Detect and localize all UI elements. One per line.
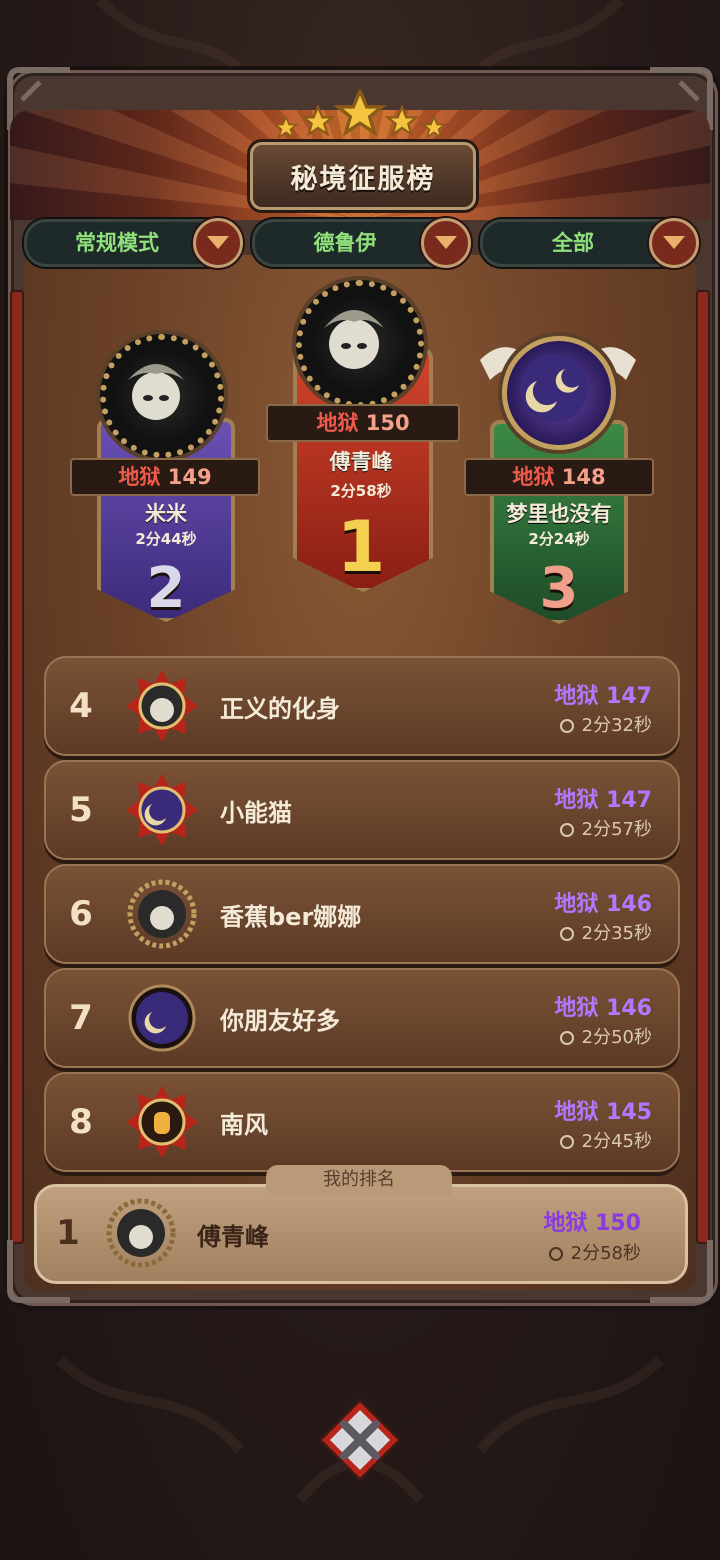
moon-emblem-icon: [126, 774, 198, 846]
row-time: 2分32秒: [559, 711, 652, 737]
row-time: 2分57秒: [559, 815, 652, 841]
clock-icon: [559, 823, 574, 837]
moon-emblem-icon: [520, 354, 588, 422]
page-title: 秘境征服榜: [290, 163, 436, 195]
chevron-down-icon[interactable]: [421, 218, 471, 268]
clock-icon: [559, 927, 574, 941]
druid-avatar-icon: [324, 310, 384, 369]
druid-avatar-icon: [126, 670, 198, 742]
row-rank: 4: [69, 686, 93, 726]
row-time-value: 2分35秒: [581, 923, 652, 944]
mode-filter-dropdown[interactable]: 常规模式: [24, 218, 243, 268]
row-rank: 5: [69, 790, 93, 830]
moon-emblem-icon: [128, 984, 196, 1052]
class-filter-label: 德鲁伊: [313, 231, 377, 255]
podium-third-time: 2分24秒: [528, 530, 590, 548]
row-level: 地狱 147: [554, 684, 652, 709]
my-rank-label: 我的排名: [266, 1165, 452, 1195]
chevron-down-icon[interactable]: [193, 218, 243, 268]
my-time-value: 2分58秒: [570, 1243, 641, 1264]
leaderboard-row[interactable]: 4 正义的化身 地狱 147 2分32秒: [44, 656, 680, 756]
row-time: 2分45秒: [559, 1127, 652, 1153]
podium-third-name: 梦里也没有: [506, 502, 612, 526]
my-rank-number: 1: [56, 1213, 80, 1253]
row-player-name: 你朋友好多: [220, 1007, 340, 1035]
row-time-value: 2分32秒: [581, 715, 652, 736]
my-level: 地狱 150: [543, 1211, 641, 1236]
podium-second-level: 地狱 149: [70, 458, 260, 496]
my-time: 2分58秒: [548, 1239, 641, 1265]
row-level: 地狱 147: [554, 788, 652, 813]
row-time-value: 2分57秒: [581, 819, 652, 840]
scope-filter-label: 全部: [552, 231, 594, 255]
podium-third-level: 地狱 148: [464, 458, 654, 496]
row-player-name: 南风: [220, 1111, 268, 1139]
right-frame-bar: [696, 290, 710, 1244]
podium-first-rank: 1: [336, 506, 386, 588]
row-time-value: 2分45秒: [581, 1131, 652, 1152]
podium-first-avatar[interactable]: [296, 280, 424, 408]
druid-avatar-icon: [106, 1198, 176, 1268]
row-rank: 8: [69, 1102, 93, 1142]
leaderboard-row[interactable]: 6 香蕉ber娜娜 地狱 146 2分35秒: [44, 864, 680, 964]
clock-icon: [548, 1247, 563, 1261]
leaderboard-row[interactable]: 7 你朋友好多 地狱 146 2分50秒: [44, 968, 680, 1068]
leaderboard-row[interactable]: 8 南风 地狱 145 2分45秒: [44, 1072, 680, 1172]
row-player-name: 香蕉ber娜娜: [220, 903, 362, 931]
podium-third-rank: 3: [539, 556, 579, 621]
row-player-name: 小能猫: [220, 799, 292, 827]
my-player-name: 傅青峰: [197, 1223, 269, 1251]
left-frame-bar: [10, 290, 24, 1244]
druid-avatar-icon: [128, 364, 184, 420]
my-rank-row[interactable]: 1 傅青峰 地狱 150 2分58秒: [34, 1184, 688, 1284]
podium-first-name: 傅青峰: [329, 450, 393, 474]
clock-icon: [559, 1135, 574, 1149]
podium-first-level: 地狱 150: [266, 404, 460, 442]
row-time: 2分50秒: [559, 1023, 652, 1049]
row-time: 2分35秒: [559, 919, 652, 945]
podium-second-rank: 2: [146, 556, 186, 621]
star-rating-icon: [274, 90, 446, 138]
clock-icon: [559, 719, 574, 733]
clock-icon: [559, 1031, 574, 1045]
podium-second-avatar[interactable]: [100, 334, 224, 458]
scope-filter-dropdown[interactable]: 全部: [480, 218, 699, 268]
row-player-name: 正义的化身: [220, 695, 340, 723]
podium-third-avatar[interactable]: [502, 336, 616, 450]
row-level: 地狱 146: [554, 892, 652, 917]
row-level: 地狱 145: [554, 1100, 652, 1125]
close-x-icon[interactable]: [318, 1398, 402, 1482]
lantern-avatar-icon: [126, 1086, 198, 1158]
row-time-value: 2分50秒: [581, 1027, 652, 1048]
podium-second-name: 米米: [145, 502, 187, 526]
row-rank: 6: [69, 894, 93, 934]
class-filter-dropdown[interactable]: 德鲁伊: [252, 218, 471, 268]
mode-filter-label: 常规模式: [75, 231, 159, 255]
podium-first-time: 2分58秒: [330, 482, 392, 500]
title-plate: 秘境征服榜: [250, 142, 476, 210]
podium-second-time: 2分44秒: [135, 530, 197, 548]
chevron-down-icon[interactable]: [649, 218, 699, 268]
row-level: 地狱 146: [554, 996, 652, 1021]
leaderboard-row[interactable]: 5 小能猫 地狱 147 2分57秒: [44, 760, 680, 860]
row-rank: 7: [69, 998, 93, 1038]
druid-avatar-icon: [127, 879, 197, 949]
